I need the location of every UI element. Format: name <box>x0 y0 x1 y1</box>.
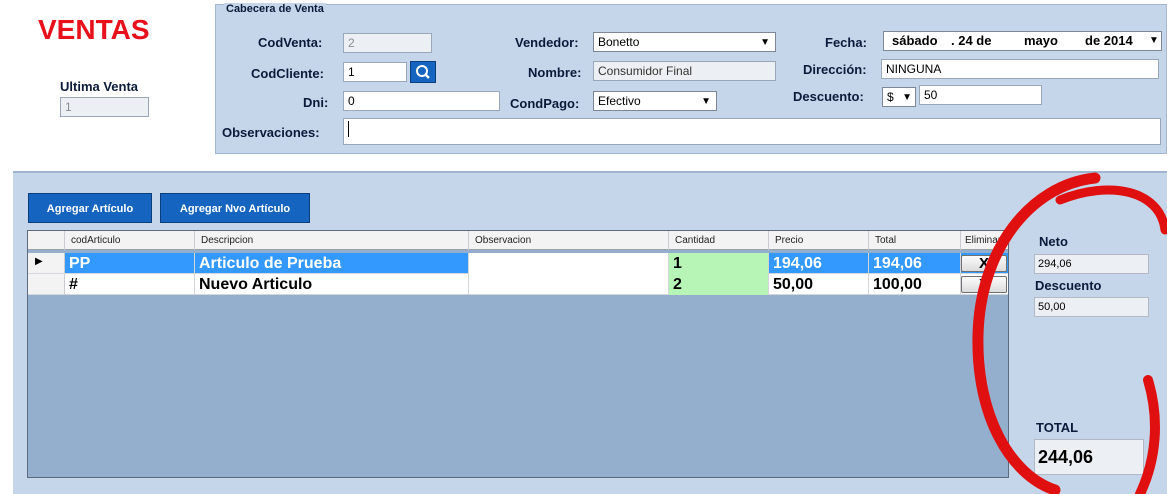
vendedor-select[interactable]: Bonetto ▼ <box>593 32 776 52</box>
search-client-button[interactable] <box>410 61 436 83</box>
app-title: VENTAS <box>38 14 150 45</box>
fecha-day: . 24 de <box>951 33 992 48</box>
descuento-field[interactable]: 50 <box>919 85 1042 105</box>
cod-cliente-label: CodCliente: <box>251 66 324 81</box>
fecha-date-picker[interactable]: sábado . 24 de mayo de 2014 ▼ <box>883 31 1162 51</box>
table-row[interactable]: # Nuevo Articulo 2 50,00 100,00 X <box>28 274 1008 295</box>
descuento-type-value: $ <box>887 90 894 104</box>
direccion-field[interactable]: NINGUNA <box>881 59 1159 79</box>
cond-pago-value: Efectivo <box>598 94 641 108</box>
cod-cliente-field[interactable]: 1 <box>343 62 407 82</box>
dni-label: Dni: <box>303 95 329 110</box>
cell-cantidad[interactable]: 2 <box>669 274 769 295</box>
descuento-label: Descuento: <box>793 89 864 104</box>
cell-observacion[interactable] <box>469 274 669 295</box>
cell-precio[interactable]: 194,06 <box>769 253 869 274</box>
cod-venta-field: 2 <box>343 33 432 53</box>
cell-total[interactable]: 194,06 <box>869 253 961 274</box>
vendedor-label: Vendedor: <box>515 35 579 50</box>
cell-codarticulo[interactable]: PP <box>65 253 195 274</box>
cell-cantidad[interactable]: 1 <box>669 253 769 274</box>
descuento-type-select[interactable]: $ ▼ <box>882 87 916 107</box>
col-header-observacion[interactable]: Observacion <box>469 231 669 250</box>
cell-precio[interactable]: 50,00 <box>769 274 869 295</box>
col-header-cantidad[interactable]: Cantidad <box>669 231 769 250</box>
chevron-down-icon: ▼ <box>902 92 912 103</box>
col-header-precio[interactable]: Precio <box>769 231 869 250</box>
grid-header: codArticulo Descripcion Observacion Cant… <box>28 231 1010 250</box>
row-header[interactable]: ▶ <box>28 253 65 274</box>
cond-pago-label: CondPago: <box>510 96 580 111</box>
chevron-down-icon: ▼ <box>701 96 711 107</box>
grid-corner <box>28 231 65 250</box>
vendedor-value: Bonetto <box>598 35 640 49</box>
articles-grid[interactable]: codArticulo Descripcion Observacion Cant… <box>27 230 1010 478</box>
last-sale-label: Ultima Venta <box>60 79 139 94</box>
text-caret <box>348 121 349 137</box>
cell-descripcion[interactable]: Nuevo Articulo <box>195 274 469 295</box>
nombre-field: Consumidor Final <box>593 61 776 81</box>
sale-header-legend: Cabecera de Venta <box>224 3 326 15</box>
observaciones-field[interactable] <box>343 118 1161 145</box>
search-icon <box>416 65 430 79</box>
cell-codarticulo[interactable]: # <box>65 274 195 295</box>
cell-observacion[interactable] <box>469 253 669 274</box>
fecha-month: mayo <box>1024 33 1058 48</box>
table-row[interactable]: ▶ PP Articulo de Prueba 1 194,06 194,06 … <box>28 253 1008 274</box>
col-header-total[interactable]: Total <box>869 231 961 250</box>
red-circle-annotation <box>972 172 1167 494</box>
cond-pago-select[interactable]: Efectivo ▼ <box>593 91 717 111</box>
row-pointer-icon: ▶ <box>35 256 43 267</box>
add-article-button[interactable]: Agregar Artículo <box>28 193 152 223</box>
col-header-codarticulo[interactable]: codArticulo <box>65 231 195 250</box>
cod-venta-label: CodVenta: <box>258 35 323 50</box>
col-header-descripcion[interactable]: Descripcion <box>195 231 469 250</box>
fecha-weekday: sábado <box>892 33 938 48</box>
direccion-label: Dirección: <box>803 62 867 77</box>
observaciones-label: Observaciones: <box>222 125 320 140</box>
nombre-label: Nombre: <box>528 65 582 80</box>
fecha-label: Fecha: <box>825 35 867 50</box>
chevron-down-icon: ▼ <box>760 37 770 48</box>
cell-descripcion[interactable]: Articulo de Prueba <box>195 253 469 274</box>
last-sale-field: 1 <box>60 97 149 117</box>
chevron-down-icon: ▼ <box>1149 35 1159 46</box>
fecha-year: de 2014 <box>1085 33 1133 48</box>
row-header[interactable] <box>28 274 65 295</box>
add-new-article-button[interactable]: Agregar Nvo Artículo <box>160 193 310 223</box>
cell-total[interactable]: 100,00 <box>869 274 961 295</box>
dni-field[interactable]: 0 <box>343 91 500 111</box>
